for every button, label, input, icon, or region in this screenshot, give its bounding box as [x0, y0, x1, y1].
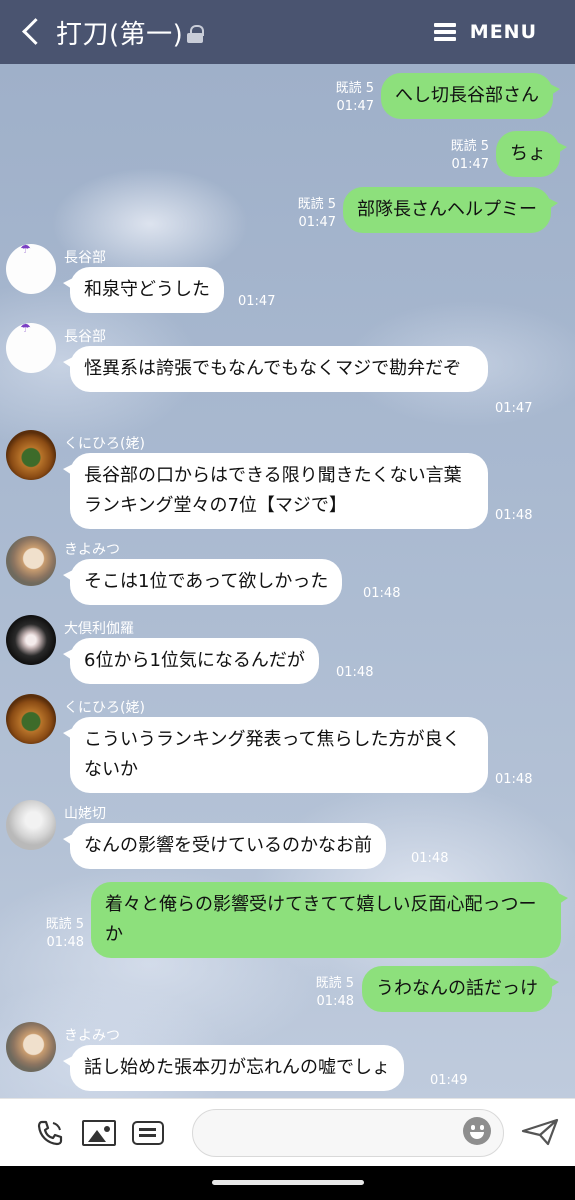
- message-meta: 既読 5 01:48: [298, 975, 354, 1011]
- avatar[interactable]: [6, 323, 56, 373]
- menu-button[interactable]: MENU: [433, 21, 537, 43]
- outgoing-message-bubble[interactable]: へし切長谷部さん: [381, 73, 560, 119]
- incoming-message-bubble[interactable]: 長谷部の口からはできる限り聞きたくない言葉ランキング堂々の7位【マジで】: [63, 453, 488, 529]
- home-handle[interactable]: [212, 1180, 364, 1185]
- message-time: 01:47: [451, 157, 489, 172]
- message-time: 01:48: [411, 851, 449, 866]
- phone-icon[interactable]: [36, 1119, 64, 1147]
- avatar[interactable]: [6, 430, 56, 480]
- sender-name: きよみつ: [64, 542, 120, 558]
- read-receipt: 既読 5: [45, 917, 84, 932]
- sender-name: 大倶利伽羅: [64, 621, 134, 637]
- image-icon[interactable]: [82, 1120, 116, 1146]
- avatar[interactable]: [6, 615, 56, 665]
- message-input-bar: [0, 1098, 575, 1166]
- avatar[interactable]: [6, 800, 56, 850]
- read-receipt: 既読 5: [315, 976, 354, 991]
- send-icon[interactable]: [520, 1117, 560, 1147]
- read-receipt: 既読 5: [450, 139, 489, 154]
- message-meta: 既読 5 01:48: [28, 916, 84, 952]
- avatar[interactable]: [6, 694, 56, 744]
- message-meta: 既読 5 01:47: [280, 196, 336, 232]
- chat-header: 打刀(第一) MENU: [0, 0, 575, 64]
- message-input[interactable]: [192, 1109, 504, 1157]
- outgoing-message-bubble[interactable]: 着々と俺らの影響受けてきてて嬉しい反面心配っつーか: [91, 882, 568, 958]
- sender-name: きよみつ: [64, 1028, 120, 1044]
- message-time: 01:48: [316, 994, 354, 1009]
- message-meta: 既読 5 01:47: [318, 80, 374, 116]
- read-receipt: 既読 5: [297, 197, 336, 212]
- message-time: 01:47: [336, 99, 374, 114]
- avatar[interactable]: [6, 536, 56, 586]
- sender-name: 山姥切: [64, 806, 106, 822]
- note-icon[interactable]: [132, 1121, 164, 1145]
- read-receipt: 既読 5: [335, 81, 374, 96]
- incoming-message-bubble[interactable]: そこは1位であって欲しかった: [62, 559, 343, 605]
- system-nav-bar: [0, 1166, 575, 1200]
- message-time: 01:48: [46, 935, 84, 950]
- hamburger-icon: [433, 23, 456, 41]
- chevron-left-icon[interactable]: [18, 18, 46, 46]
- incoming-message-bubble[interactable]: 話し始めた張本刃が忘れんの嘘でしょ: [63, 1045, 404, 1091]
- lock-icon: [187, 25, 205, 43]
- sender-name: 長谷部: [64, 250, 106, 266]
- incoming-message-bubble[interactable]: なんの影響を受けているのかなお前: [63, 823, 386, 869]
- avatar[interactable]: [6, 1022, 56, 1072]
- menu-label: MENU: [469, 21, 537, 43]
- message-time: 01:49: [430, 1073, 468, 1088]
- avatar[interactable]: [6, 244, 56, 294]
- outgoing-message-bubble[interactable]: ちょ: [496, 131, 567, 177]
- message-time: 01:48: [336, 665, 374, 680]
- incoming-message-bubble[interactable]: こういうランキング発表って焦らした方が良くないか: [63, 717, 488, 793]
- sender-name: くにひろ(姥): [64, 700, 145, 716]
- chat-title: 打刀(第一): [56, 19, 184, 50]
- message-time: 01:47: [298, 215, 336, 230]
- incoming-message-bubble[interactable]: 怪異系は誇張でもなんでもなくマジで勘弁だぞ: [63, 346, 488, 392]
- incoming-message-bubble[interactable]: 和泉守どうした: [63, 267, 224, 313]
- message-time: 01:47: [495, 401, 533, 416]
- outgoing-message-bubble[interactable]: うわなんの話だっけ: [362, 966, 559, 1012]
- message-time: 01:48: [495, 508, 533, 523]
- message-time: 01:48: [495, 772, 533, 787]
- chat-area[interactable]: 既読 5 01:47 へし切長谷部さん 既読 5 01:47 ちょ 既読 5 0…: [0, 64, 575, 1098]
- message-meta: 既読 5 01:47: [433, 138, 489, 174]
- message-time: 01:48: [363, 586, 401, 601]
- outgoing-message-bubble[interactable]: 部隊長さんヘルプミー: [343, 187, 558, 233]
- message-time: 01:47: [238, 294, 276, 309]
- sender-name: 長谷部: [64, 329, 106, 345]
- emoji-icon[interactable]: [463, 1117, 491, 1145]
- incoming-message-bubble[interactable]: 6位から1位気になるんだが: [63, 638, 319, 684]
- sender-name: くにひろ(姥): [64, 436, 145, 452]
